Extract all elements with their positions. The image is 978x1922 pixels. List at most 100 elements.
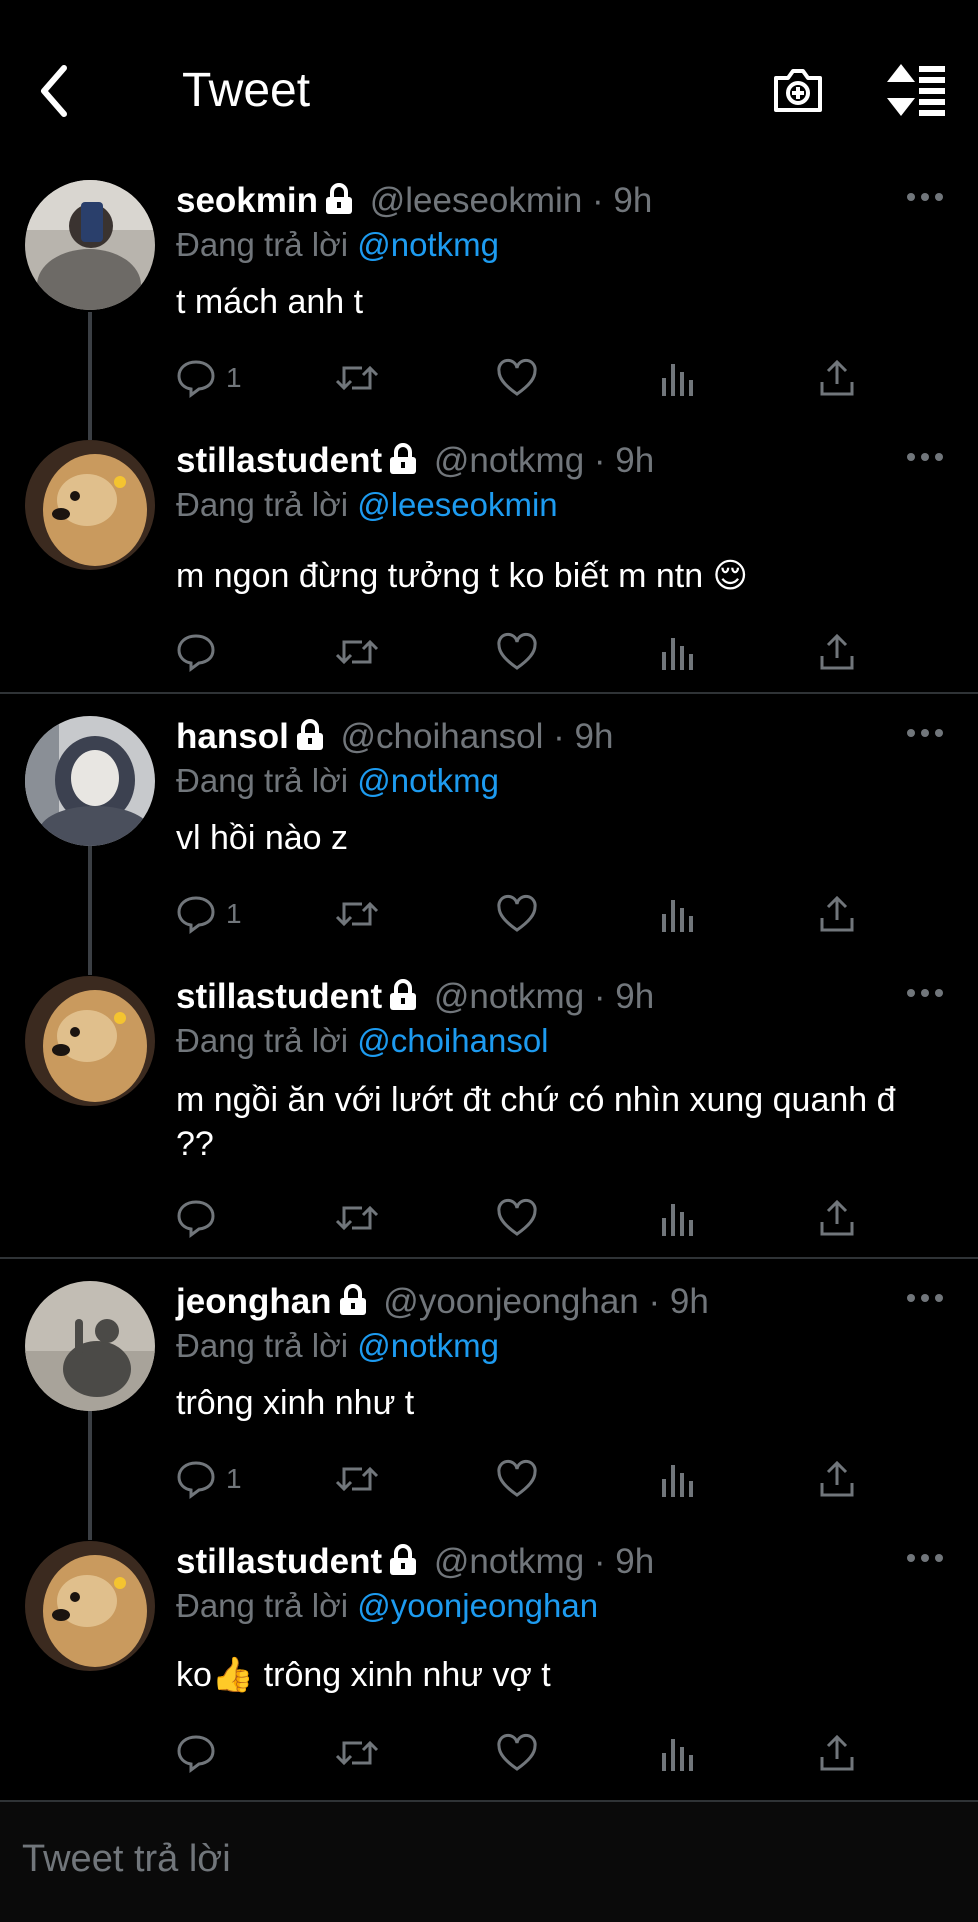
like-icon xyxy=(497,632,537,670)
more-options-button[interactable] xyxy=(905,986,945,1006)
camera-button[interactable] xyxy=(770,62,826,118)
display-name[interactable]: stillastudent xyxy=(176,977,382,1016)
timestamp: 9h xyxy=(574,717,614,756)
display-name[interactable]: hansol xyxy=(176,717,289,756)
avatar[interactable] xyxy=(25,1541,155,1671)
retweet-button[interactable] xyxy=(334,1196,380,1240)
mention-link[interactable]: @choihansol xyxy=(357,1022,548,1059)
share-button[interactable] xyxy=(818,1196,856,1240)
replying-to: Đang trả lời @choihansol xyxy=(176,1021,549,1061)
action-bar xyxy=(176,1731,876,1775)
share-button[interactable] xyxy=(818,356,856,400)
avatar[interactable] xyxy=(25,976,155,1106)
views-icon xyxy=(662,638,693,670)
retweet-button[interactable] xyxy=(334,356,380,400)
views-button[interactable] xyxy=(660,630,696,674)
tweet-6[interactable]: stillastudent @notkmg · 9h Đang trả lời … xyxy=(0,1541,978,1791)
retweet-button[interactable] xyxy=(334,1457,380,1501)
tweet-text: vl hồi nào z xyxy=(176,819,348,857)
mention-link[interactable]: @notkmg xyxy=(357,762,499,799)
avatar[interactable] xyxy=(25,1281,155,1411)
page-title: Tweet xyxy=(182,64,311,117)
action-bar: 1 xyxy=(176,892,876,936)
reply-button[interactable]: 1 xyxy=(176,892,242,936)
back-button[interactable] xyxy=(34,62,84,120)
replying-to-label: Đang trả lời xyxy=(176,762,349,799)
tweet-1[interactable]: seokmin @leeseokmin · 9h Đang trả lời @n… xyxy=(0,180,978,440)
share-button[interactable] xyxy=(818,1457,856,1501)
views-button[interactable] xyxy=(660,356,696,400)
mention-link[interactable]: @notkmg xyxy=(357,1327,499,1364)
more-options-button[interactable] xyxy=(905,1291,945,1311)
lock-icon xyxy=(388,979,418,1021)
like-icon xyxy=(497,894,537,932)
more-icon xyxy=(907,1294,943,1302)
like-button[interactable] xyxy=(496,630,538,674)
mention-link[interactable]: @notkmg xyxy=(357,226,499,263)
reply-icon xyxy=(177,1735,215,1773)
handle: @notkmg xyxy=(433,441,585,480)
timestamp: 9h xyxy=(669,1282,709,1321)
more-options-button[interactable] xyxy=(905,450,945,470)
like-icon xyxy=(497,1198,537,1236)
replying-to-label: Đang trả lời xyxy=(176,226,349,263)
back-arrow-icon xyxy=(41,65,67,117)
like-button[interactable] xyxy=(496,1196,538,1240)
like-button[interactable] xyxy=(496,892,538,936)
display-name[interactable]: seokmin xyxy=(176,181,318,220)
more-icon xyxy=(907,193,943,201)
avatar[interactable] xyxy=(25,180,155,310)
tweet-4[interactable]: stillastudent @notkmg · 9h Đang trả lời … xyxy=(0,976,978,1256)
display-name[interactable]: jeonghan xyxy=(176,1282,332,1321)
handle: @notkmg xyxy=(433,977,585,1016)
tweet-2[interactable]: stillastudent @notkmg · 9h Đang trả lời … xyxy=(0,440,978,690)
reply-button[interactable] xyxy=(176,630,226,674)
share-button[interactable] xyxy=(818,892,856,936)
more-options-button[interactable] xyxy=(905,726,945,746)
like-button[interactable] xyxy=(496,356,538,400)
tweet-text: trông xinh như t xyxy=(176,1384,415,1422)
views-button[interactable] xyxy=(660,1196,696,1240)
share-button[interactable] xyxy=(818,1731,856,1775)
views-icon xyxy=(662,1204,693,1236)
mention-link[interactable]: @leeseokmin xyxy=(357,486,557,523)
avatar[interactable] xyxy=(25,440,155,570)
like-icon xyxy=(497,1733,537,1771)
sort-button[interactable] xyxy=(885,62,947,118)
share-icon xyxy=(820,1734,854,1771)
views-icon xyxy=(662,364,693,396)
reply-icon xyxy=(177,896,215,934)
more-icon xyxy=(907,1554,943,1562)
more-options-button[interactable] xyxy=(905,190,945,210)
avatar[interactable] xyxy=(25,716,155,846)
more-options-button[interactable] xyxy=(905,1551,945,1571)
lock-icon xyxy=(388,443,418,485)
share-button[interactable] xyxy=(818,630,856,674)
views-icon xyxy=(662,1465,693,1497)
tweet-3[interactable]: hansol @choihansol · 9h Đang trả lời @no… xyxy=(0,716,978,976)
thread-divider xyxy=(0,692,978,694)
thread-divider xyxy=(0,1257,978,1259)
display-name[interactable]: stillastudent xyxy=(176,441,382,480)
views-button[interactable] xyxy=(660,892,696,936)
retweet-button[interactable] xyxy=(334,1731,380,1775)
reply-button[interactable] xyxy=(176,1731,226,1775)
more-icon xyxy=(907,729,943,737)
views-button[interactable] xyxy=(660,1457,696,1501)
mention-link[interactable]: @yoonjeonghan xyxy=(357,1587,598,1624)
replying-to-label: Đang trả lời xyxy=(176,1327,349,1364)
tweet-header: stillastudent @notkmg · 9h xyxy=(176,976,654,1021)
reply-button[interactable] xyxy=(176,1196,226,1240)
like-button[interactable] xyxy=(496,1731,538,1775)
views-button[interactable] xyxy=(660,1731,696,1775)
retweet-button[interactable] xyxy=(334,892,380,936)
reply-input[interactable] xyxy=(20,1828,924,1890)
like-button[interactable] xyxy=(496,1457,538,1501)
reply-button[interactable]: 1 xyxy=(176,356,242,400)
retweet-button[interactable] xyxy=(334,630,380,674)
reply-count: 1 xyxy=(226,1463,242,1494)
reply-button[interactable]: 1 xyxy=(176,1457,242,1501)
display-name[interactable]: stillastudent xyxy=(176,1542,382,1581)
handle: @leeseokmin xyxy=(369,181,583,220)
tweet-5[interactable]: jeonghan @yoonjeonghan · 9h Đang trả lời… xyxy=(0,1281,978,1541)
